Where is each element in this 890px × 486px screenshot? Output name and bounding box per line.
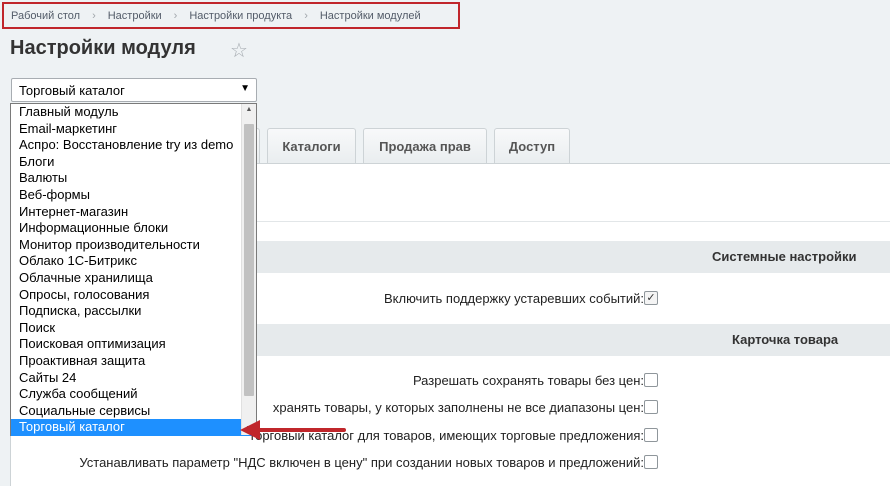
module-dropdown-list[interactable]: Главный модуль Email-маркетинг Аспро: Восс… bbox=[10, 103, 257, 436]
breadcrumb-settings[interactable]: Настройки bbox=[108, 10, 162, 22]
dropdown-option[interactable]: Монитор производительности bbox=[11, 237, 256, 254]
dropdown-option[interactable]: Облако 1С-Битрикс bbox=[11, 253, 256, 270]
scrollbar-thumb[interactable] bbox=[244, 124, 254, 396]
breadcrumb-desktop[interactable]: Рабочий стол bbox=[11, 10, 80, 22]
dropdown-option[interactable]: Информационные блоки bbox=[11, 220, 256, 237]
dropdown-option[interactable]: Поиск bbox=[11, 320, 256, 337]
option-label-legacy-events: Включить поддержку устаревших событий: bbox=[384, 291, 644, 306]
breadcrumb: Рабочий стол › Настройки › Настройки про… bbox=[2, 2, 460, 29]
dropdown-option[interactable]: Проактивная защита bbox=[11, 353, 256, 370]
dropdown-option[interactable]: Поисковая оптимизация bbox=[11, 336, 256, 353]
scroll-up-icon[interactable]: ▲ bbox=[242, 104, 256, 116]
checkbox-show-catalog[interactable] bbox=[644, 428, 658, 442]
dropdown-option[interactable]: Торговый каталог bbox=[11, 419, 256, 436]
dropdown-option[interactable]: Email-маркетинг bbox=[11, 121, 256, 138]
dropdown-option[interactable]: Облачные хранилища bbox=[11, 270, 256, 287]
module-select-value: Торговый каталог bbox=[19, 83, 125, 98]
breadcrumb-separator: › bbox=[92, 9, 96, 22]
breadcrumb-module-settings[interactable]: Настройки модулей bbox=[320, 10, 421, 22]
dropdown-option[interactable]: Служба сообщений bbox=[11, 386, 256, 403]
dropdown-option[interactable]: Интернет-магазин bbox=[11, 204, 256, 221]
dropdown-option[interactable]: Сайты 24 bbox=[11, 370, 256, 387]
dropdown-option[interactable]: Валюты bbox=[11, 170, 256, 187]
option-label-save-partial-ranges: хранять товары, у которых заполнены не в… bbox=[272, 400, 644, 415]
dropdown-option[interactable]: Подписка, рассылки bbox=[11, 303, 256, 320]
breadcrumb-separator: › bbox=[173, 9, 178, 22]
dropdown-option[interactable]: Блоги bbox=[11, 154, 256, 171]
dropdown-option[interactable]: Опросы, голосования bbox=[11, 287, 256, 304]
checkbox-vat-included[interactable] bbox=[644, 455, 658, 469]
dropdown-scrollbar[interactable]: ▲ ▼ bbox=[241, 104, 256, 435]
tab-access[interactable]: Доступ bbox=[494, 128, 570, 164]
dropdown-option[interactable]: Аспро: Восстановление try из demo bbox=[11, 137, 256, 154]
option-label-save-without-price: Разрешать сохранять товары без цен: bbox=[412, 373, 644, 388]
option-label-vat-included: Устанавливать параметр "НДС включен в це… bbox=[79, 455, 644, 470]
star-icon[interactable]: ☆ bbox=[230, 38, 248, 63]
section-title: Системные настройки bbox=[712, 249, 857, 264]
breadcrumb-product-settings[interactable]: Настройки продукта bbox=[189, 10, 292, 22]
tab-catalogs[interactable]: Каталоги bbox=[267, 128, 356, 164]
checkbox-save-partial-ranges[interactable] bbox=[644, 400, 658, 414]
breadcrumb-separator: › bbox=[304, 9, 308, 22]
chevron-down-icon: ▼ bbox=[240, 83, 250, 94]
dropdown-option[interactable]: Социальные сервисы bbox=[11, 403, 256, 420]
annotation-arrow-icon bbox=[240, 420, 346, 440]
section-title: Карточка товара bbox=[732, 332, 839, 347]
dropdown-option[interactable]: Главный модуль bbox=[11, 104, 256, 121]
checkbox-save-without-price[interactable] bbox=[644, 373, 658, 387]
tab-rights-sale[interactable]: Продажа прав bbox=[363, 128, 487, 164]
checkbox-legacy-events[interactable]: ✓ bbox=[644, 291, 658, 305]
dropdown-option[interactable]: Веб-формы bbox=[11, 187, 256, 204]
page-title: Настройки модуля bbox=[10, 37, 196, 59]
module-select[interactable]: Торговый каталог ▼ bbox=[11, 78, 257, 102]
